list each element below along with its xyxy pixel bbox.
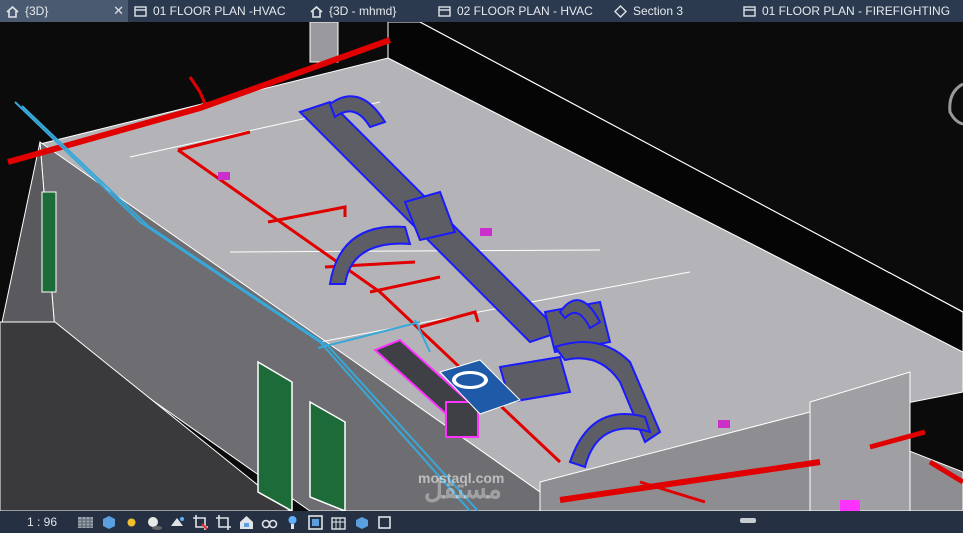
building-3d-model xyxy=(0,22,963,511)
floor-plan-icon xyxy=(134,5,147,17)
tab-label: {3D - mhmd} xyxy=(329,4,397,18)
door xyxy=(309,400,346,511)
floor-plan-icon xyxy=(438,5,451,17)
tab-section-3[interactable]: Section 3 xyxy=(608,0,737,22)
unlock-3d-icon[interactable] xyxy=(238,514,255,531)
view-tab-bar: {3D} ✕ 01 FLOOR PLAN -HVAC {3D - mhmd} 0… xyxy=(0,0,963,22)
close-icon[interactable]: ✕ xyxy=(113,3,124,19)
tab-label: 01 FLOOR PLAN -HVAC xyxy=(153,4,286,18)
reveal-hidden-icon[interactable] xyxy=(284,514,301,531)
tab-01-floor-plan-firefighting[interactable]: 01 FLOOR PLAN - FIREFIGHTING xyxy=(737,0,963,22)
tab-label: 02 FLOOR PLAN - HVAC xyxy=(457,4,593,18)
tab-label: 01 FLOOR PLAN - FIREFIGHTING xyxy=(762,4,951,18)
temporary-hide-icon[interactable] xyxy=(261,514,278,531)
section-icon xyxy=(614,4,627,18)
tab-02-floor-plan-hvac[interactable]: 02 FLOOR PLAN - HVAC xyxy=(432,0,608,22)
door xyxy=(41,191,57,293)
3d-model-viewport[interactable] xyxy=(0,22,963,511)
view-cube-fragment xyxy=(948,82,963,126)
visual-style-icon[interactable] xyxy=(100,514,117,531)
render-icon[interactable] xyxy=(169,514,186,531)
watermark-latin: mostaql.com xyxy=(418,470,505,486)
sun-path-icon[interactable] xyxy=(123,514,140,531)
column xyxy=(309,22,339,63)
analytical-model-icon[interactable] xyxy=(330,514,347,531)
view-scale[interactable]: 1 : 96 xyxy=(27,515,77,529)
hide-crop-icon[interactable] xyxy=(215,514,232,531)
home-icon xyxy=(310,5,323,18)
worksharing-icon[interactable] xyxy=(307,514,324,531)
tab-label: {3D} xyxy=(25,4,49,18)
highlight-displacement-icon[interactable] xyxy=(353,514,370,531)
scroll-handle[interactable] xyxy=(740,518,756,523)
home-icon xyxy=(6,5,19,18)
detail-level-icon[interactable] xyxy=(77,514,94,531)
reveal-constraints-icon[interactable] xyxy=(376,514,393,531)
crop-view-icon[interactable] xyxy=(192,514,209,531)
tab-3d[interactable]: {3D} ✕ xyxy=(0,0,128,22)
tab-label: Section 3 xyxy=(633,4,684,18)
floor-plan-icon xyxy=(743,5,756,17)
shadows-icon[interactable] xyxy=(146,514,163,531)
tab-3d-mhmd[interactable]: {3D - mhmd} xyxy=(304,0,432,22)
door xyxy=(257,360,293,511)
tab-01-floor-plan-hvac[interactable]: 01 FLOOR PLAN -HVAC xyxy=(128,0,304,22)
view-control-bar: 1 : 96 xyxy=(0,511,963,533)
